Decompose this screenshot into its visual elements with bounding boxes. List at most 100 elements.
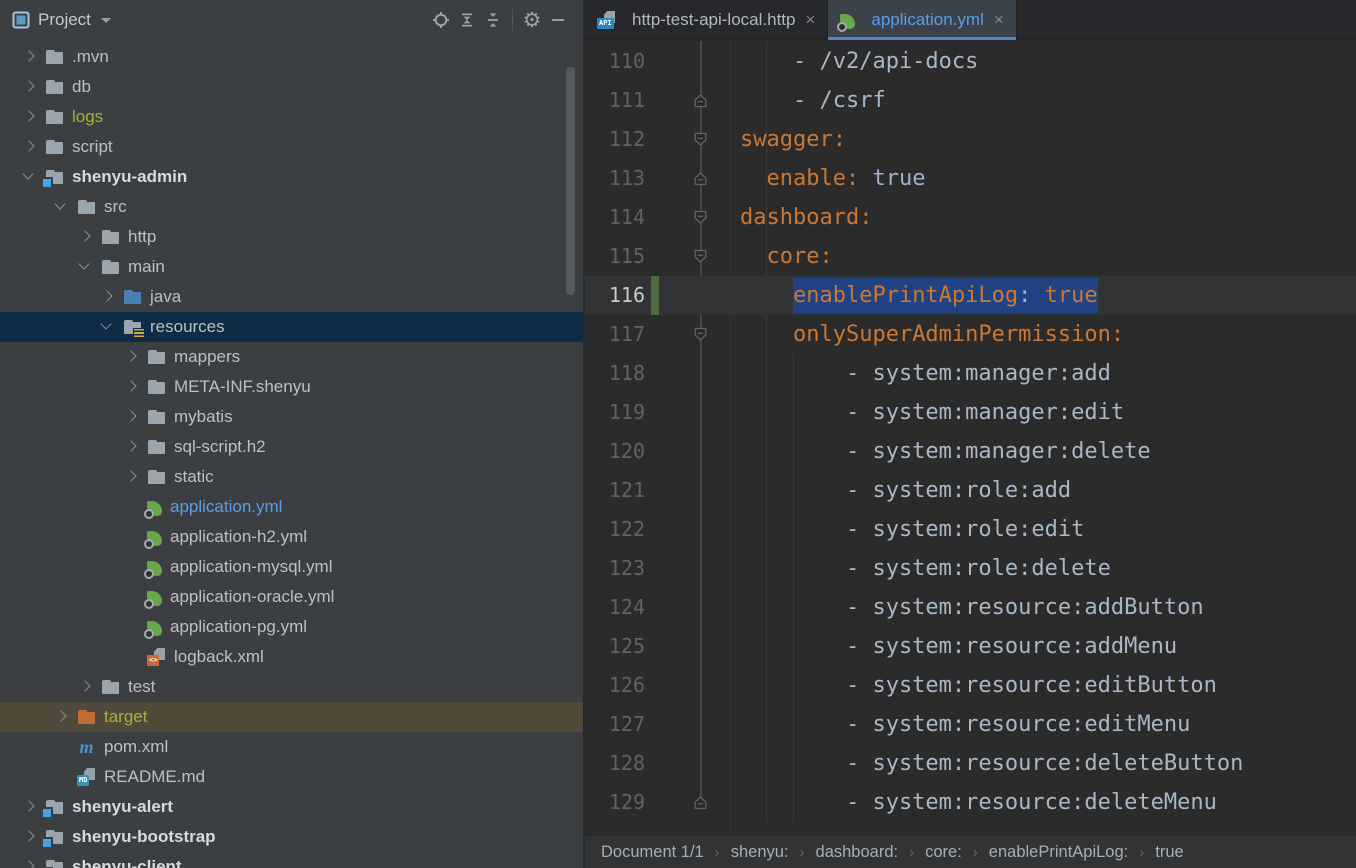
tree-item-application-h2.yml[interactable]: application-h2.yml [0, 522, 583, 552]
code-text[interactable]: enable: true [740, 159, 925, 198]
editor-tab-http-test-api-local.http[interactable]: APIhttp-test-api-local.http× [585, 0, 828, 40]
collapse-all-icon[interactable] [480, 7, 506, 33]
editor-line-117[interactable]: 117 onlySuperAdminPermission: [585, 315, 1356, 354]
code-text[interactable]: onlySuperAdminPermission: [740, 315, 1124, 354]
tree-item-sql-script.h2[interactable]: sql-script.h2 [0, 432, 583, 462]
tree-item-mybatis[interactable]: mybatis [0, 402, 583, 432]
chevron-collapsed-icon[interactable] [122, 438, 140, 456]
tree-item-resources[interactable]: resources [0, 312, 583, 342]
chevron-collapsed-icon[interactable] [76, 228, 94, 246]
close-tab-icon[interactable]: × [994, 10, 1004, 30]
editor-line-120[interactable]: 120 - system:manager:delete [585, 432, 1356, 471]
locate-file-icon[interactable] [428, 7, 454, 33]
editor-line-118[interactable]: 118 - system:manager:add [585, 354, 1356, 393]
editor-line-123[interactable]: 123 - system:role:delete [585, 549, 1356, 588]
breadcrumb-item[interactable]: shenyu: [731, 843, 789, 862]
chevron-collapsed-icon[interactable] [122, 348, 140, 366]
breadcrumb-item[interactable]: dashboard: [816, 843, 899, 862]
code-text[interactable]: enablePrintApiLog: true [740, 276, 1098, 315]
expand-all-icon[interactable] [454, 7, 480, 33]
chevron-expanded-icon[interactable] [52, 198, 70, 216]
tree-item-logback.xml[interactable]: <>logback.xml [0, 642, 583, 672]
fold-end-marker-icon[interactable] [693, 171, 708, 186]
tree-item-db[interactable]: db [0, 72, 583, 102]
breadcrumb-item[interactable]: Document 1/1 [601, 843, 704, 862]
code-text[interactable]: - system:resource:deleteButton [740, 744, 1243, 783]
chevron-collapsed-icon[interactable] [20, 858, 38, 868]
editor-line-113[interactable]: 113 enable: true [585, 159, 1356, 198]
tree-item-test[interactable]: test [0, 672, 583, 702]
code-text[interactable]: swagger: [740, 120, 846, 159]
editor-line-115[interactable]: 115 core: [585, 237, 1356, 276]
tree-item-application-oracle.yml[interactable]: application-oracle.yml [0, 582, 583, 612]
chevron-expanded-icon[interactable] [20, 168, 38, 186]
editor-line-129[interactable]: 129 - system:resource:deleteMenu [585, 783, 1356, 822]
chevron-collapsed-icon[interactable] [122, 378, 140, 396]
code-text[interactable]: - system:manager:add [740, 354, 1111, 393]
code-text[interactable]: - system:resource:editMenu [740, 705, 1190, 744]
editor-line-119[interactable]: 119 - system:manager:edit [585, 393, 1356, 432]
breadcrumb-item[interactable]: true [1155, 843, 1183, 862]
tree-item-.mvn[interactable]: .mvn [0, 42, 583, 72]
tree-item-application-mysql.yml[interactable]: application-mysql.yml [0, 552, 583, 582]
tree-item-shenyu-admin[interactable]: shenyu-admin [0, 162, 583, 192]
code-text[interactable]: - system:resource:editButton [740, 666, 1217, 705]
chevron-collapsed-icon[interactable] [20, 108, 38, 126]
fold-end-marker-icon[interactable] [693, 93, 708, 108]
chevron-collapsed-icon[interactable] [122, 468, 140, 486]
editor-line-112[interactable]: 112swagger: [585, 120, 1356, 159]
code-text[interactable]: - system:resource:addButton [740, 588, 1204, 627]
editor-line-122[interactable]: 122 - system:role:edit [585, 510, 1356, 549]
chevron-collapsed-icon[interactable] [20, 828, 38, 846]
editor-line-128[interactable]: 128 - system:resource:deleteButton [585, 744, 1356, 783]
code-text[interactable]: - system:resource:deleteMenu [740, 783, 1217, 822]
fold-start-marker-icon[interactable] [693, 210, 708, 225]
editor-line-121[interactable]: 121 - system:role:add [585, 471, 1356, 510]
chevron-expanded-icon[interactable] [76, 258, 94, 276]
tree-item-static[interactable]: static [0, 462, 583, 492]
tree-scrollbar[interactable] [566, 67, 575, 295]
tree-item-java[interactable]: java [0, 282, 583, 312]
breadcrumb-item[interactable]: enablePrintApiLog: [989, 843, 1128, 862]
chevron-collapsed-icon[interactable] [20, 138, 38, 156]
editor-line-127[interactable]: 127 - system:resource:editMenu [585, 705, 1356, 744]
tree-item-target[interactable]: target [0, 702, 583, 732]
code-text[interactable]: - system:resource:addMenu [740, 627, 1177, 666]
chevron-collapsed-icon[interactable] [76, 678, 94, 696]
tree-item-mappers[interactable]: mappers [0, 342, 583, 372]
hide-panel-icon[interactable] [545, 7, 571, 33]
tree-item-README.md[interactable]: MDREADME.md [0, 762, 583, 792]
tree-item-logs[interactable]: logs [0, 102, 583, 132]
editor-line-124[interactable]: 124 - system:resource:addButton [585, 588, 1356, 627]
chevron-collapsed-icon[interactable] [20, 78, 38, 96]
editor-tab-application.yml[interactable]: application.yml× [828, 0, 1016, 40]
editor-line-125[interactable]: 125 - system:resource:addMenu [585, 627, 1356, 666]
chevron-collapsed-icon[interactable] [52, 708, 70, 726]
gear-icon[interactable]: ⚙ [519, 7, 545, 33]
code-text[interactable]: - /csrf [740, 81, 886, 120]
fold-start-marker-icon[interactable] [693, 327, 708, 342]
tree-item-shenyu-bootstrap[interactable]: shenyu-bootstrap [0, 822, 583, 852]
fold-start-marker-icon[interactable] [693, 249, 708, 264]
tree-item-pom.xml[interactable]: mpom.xml [0, 732, 583, 762]
code-text[interactable]: - system:manager:delete [740, 432, 1151, 471]
close-tab-icon[interactable]: × [805, 10, 815, 30]
tree-item-shenyu-alert[interactable]: shenyu-alert [0, 792, 583, 822]
tree-item-http[interactable]: http [0, 222, 583, 252]
editor-line-114[interactable]: 114dashboard: [585, 198, 1356, 237]
editor-line-126[interactable]: 126 - system:resource:editButton [585, 666, 1356, 705]
code-text[interactable]: - system:manager:edit [740, 393, 1124, 432]
code-text[interactable]: - system:role:edit [740, 510, 1084, 549]
editor-body[interactable]: 110 - /v2/api-docs111 - /csrf112swagger:… [585, 41, 1356, 835]
code-text[interactable]: - /v2/api-docs [740, 42, 978, 81]
chevron-collapsed-icon[interactable] [20, 48, 38, 66]
chevron-down-icon[interactable] [101, 18, 111, 23]
tree-item-META-INF.shenyu[interactable]: META-INF.shenyu [0, 372, 583, 402]
fold-end-marker-icon[interactable] [693, 795, 708, 810]
tree-item-shenyu-client[interactable]: shenyu-client [0, 852, 583, 868]
chevron-collapsed-icon[interactable] [20, 798, 38, 816]
chevron-collapsed-icon[interactable] [98, 288, 116, 306]
code-text[interactable]: - system:role:add [740, 471, 1071, 510]
tree-item-application-pg.yml[interactable]: application-pg.yml [0, 612, 583, 642]
tree-item-main[interactable]: main [0, 252, 583, 282]
